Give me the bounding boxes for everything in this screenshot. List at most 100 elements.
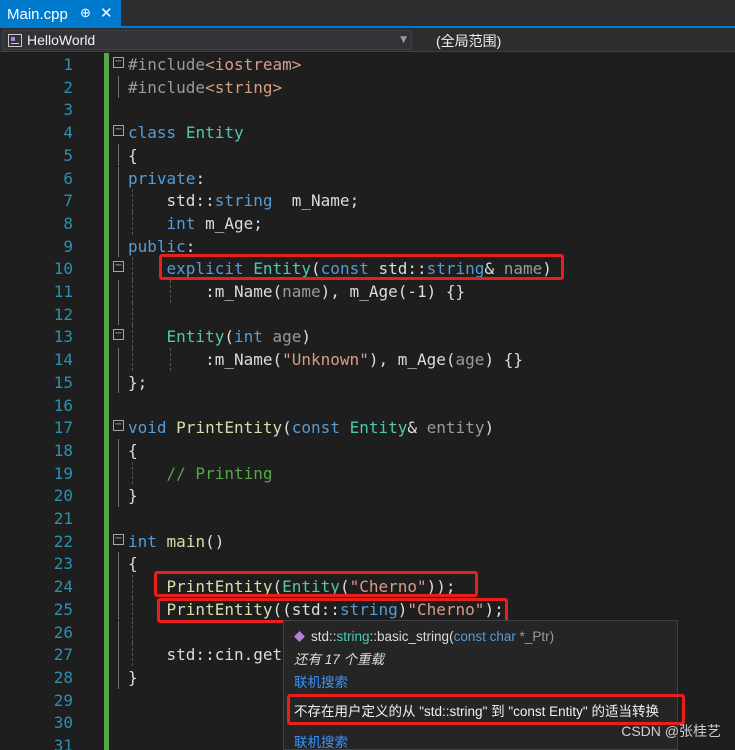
chevron-down-icon[interactable]: ▼ — [400, 35, 407, 45]
code-text: { — [128, 441, 138, 460]
code-line[interactable]: 7 std::string m_Name; — [0, 189, 735, 212]
code-text: } — [128, 486, 138, 505]
line-number: 17 — [53, 418, 73, 438]
line-number: 31 — [53, 736, 73, 750]
code-line[interactable]: 13 − Entity(int age) — [0, 325, 735, 349]
line-number: 10 — [53, 259, 73, 279]
indent-guide — [132, 620, 133, 644]
code-token: Entity — [185, 123, 244, 143]
error-squiggle — [268, 618, 284, 622]
code-token: PrintEntity — [176, 418, 283, 438]
code-line[interactable]: 11 :m_Name(name), m_Age(-1) {} — [0, 280, 735, 303]
code-line[interactable]: 3 — [0, 98, 735, 121]
code-text: } — [128, 668, 138, 687]
code-token: { — [128, 554, 138, 574]
outline-line — [118, 166, 119, 190]
outline-line — [118, 189, 119, 212]
tab-main-cpp[interactable]: Main.cpp ⊕ ✕ — [0, 0, 121, 28]
code-text: Entity(int age) — [128, 327, 312, 347]
outline-line — [118, 484, 119, 507]
code-line[interactable]: 1 − #include<iostream> — [0, 53, 735, 76]
code-text: std::string m_Name; — [128, 191, 360, 211]
line-number: 28 — [53, 667, 73, 687]
code-token: int — [128, 531, 157, 551]
outline-line — [118, 370, 119, 394]
code-token: age — [272, 327, 302, 347]
project-name: HelloWorld — [27, 32, 96, 48]
outline-line — [118, 575, 119, 598]
indent-guide — [132, 302, 133, 326]
line-number: 3 — [63, 100, 73, 120]
code-text: // Printing — [128, 464, 273, 483]
code-line[interactable]: 4 − class Entity — [0, 121, 735, 144]
code-token: <iostream> — [205, 55, 302, 74]
scope-dropdown[interactable]: (全局范围) — [436, 31, 501, 51]
code-line[interactable]: 20} — [0, 484, 735, 507]
code-line[interactable]: 16 — [0, 394, 735, 417]
code-token: ( — [282, 418, 292, 438]
code-token: entity — [426, 418, 485, 438]
outline-line — [118, 461, 119, 485]
sig-namespace: std:: — [311, 629, 337, 644]
code-line[interactable]: 12 — [0, 302, 735, 326]
code-token: { — [128, 440, 138, 460]
highlight-line-24 — [154, 571, 478, 597]
outline-line — [118, 643, 119, 666]
code-token: { — [128, 145, 138, 165]
sig-keyword: const char — [453, 629, 516, 644]
code-line[interactable]: 8 int m_Age; — [0, 211, 735, 235]
code-token: const — [291, 418, 340, 438]
code-text: std::cin.get( — [128, 645, 292, 664]
code-line[interactable]: 14 :m_Name("Unknown"), m_Age(age) {} — [0, 348, 735, 371]
code-token: std:: — [128, 191, 215, 211]
code-line[interactable]: 6 private: — [0, 166, 735, 190]
code-token: public — [128, 236, 186, 256]
outline-line — [118, 597, 119, 621]
code-text: }; — [128, 373, 147, 392]
code-token: std::cin.get( — [128, 645, 292, 665]
line-number: 23 — [53, 554, 73, 574]
collapse-icon[interactable]: − — [113, 125, 124, 137]
code-token: ) {} — [484, 350, 523, 370]
pin-icon[interactable]: ⊕ — [80, 5, 91, 21]
tab-title: Main.cpp — [7, 6, 68, 23]
line-number: 2 — [63, 77, 73, 97]
code-line[interactable]: 15}; — [0, 370, 735, 394]
code-line[interactable]: 18 { — [0, 438, 735, 462]
code-line[interactable]: 17 − void PrintEntity(const Entity& entity… — [0, 416, 735, 439]
code-token: } — [128, 667, 138, 687]
collapse-icon[interactable]: − — [113, 420, 124, 432]
code-token: m_Name; — [272, 191, 360, 211]
collapse-icon[interactable]: − — [113, 533, 124, 545]
outline-line — [118, 143, 119, 167]
code-token: <string> — [205, 77, 283, 97]
collapse-icon[interactable]: − — [113, 57, 124, 68]
search-online-link[interactable]: 联机搜索 — [294, 671, 348, 691]
code-token: name — [282, 282, 321, 301]
code-line[interactable]: 22 − int main() — [0, 530, 735, 553]
code-text: class Entity — [128, 123, 244, 142]
collapse-icon[interactable]: − — [113, 261, 124, 273]
outline-line — [118, 552, 119, 576]
code-line[interactable]: 2 #include<string> — [0, 75, 735, 99]
code-line[interactable]: 19 // Printing — [0, 461, 735, 485]
code-token: main — [166, 531, 206, 551]
project-icon — [8, 34, 22, 47]
search-online-link-2[interactable]: 联机搜索 — [294, 731, 348, 750]
tooltip-signature: std::string::basic_string(const char *_P… — [294, 629, 554, 644]
outline-line — [118, 75, 119, 99]
project-dropdown[interactable]: HelloWorld ▼ — [2, 30, 412, 50]
close-icon[interactable]: ✕ — [100, 4, 113, 22]
code-line[interactable]: 21 — [0, 507, 735, 530]
collapse-icon[interactable]: − — [113, 329, 124, 341]
quickinfo-tooltip: std::string::basic_string(const char *_P… — [283, 620, 685, 750]
outline-line — [118, 620, 119, 644]
code-token: } — [128, 486, 138, 506]
code-token: () — [205, 531, 225, 551]
code-line[interactable]: 5{ — [0, 143, 735, 167]
